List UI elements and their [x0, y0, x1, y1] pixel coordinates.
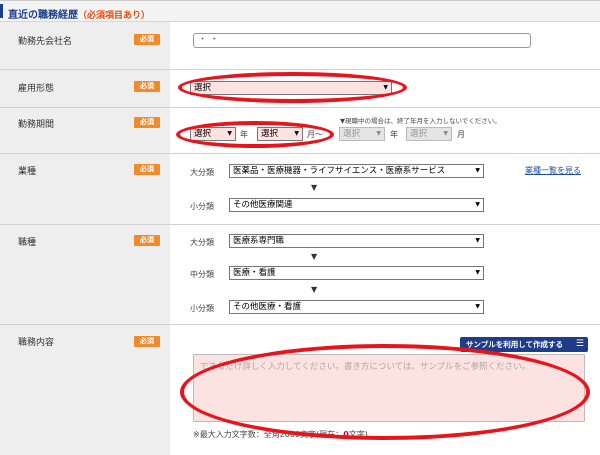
required-badge: 必須: [134, 81, 160, 92]
duties-placeholder: できるだけ詳しく入力してください。書き方については、サンプルをご参照ください。: [200, 362, 531, 372]
end-year-value: 選択: [343, 129, 361, 139]
required-badge: 必須: [134, 235, 160, 246]
chevron-down-icon: ▼: [475, 201, 480, 208]
use-sample-button[interactable]: サンプルを利用して作成する ☰: [460, 337, 588, 352]
required-badge: 必須: [134, 117, 160, 128]
industry-label-cell: 業種 必須: [0, 154, 170, 224]
industry-major-select[interactable]: 医薬品・医療機器・ライフサイエンス・医療系サービス ▼: [229, 164, 484, 178]
chevron-down-icon: ▼: [475, 269, 480, 276]
month-from-label: 月〜: [307, 130, 323, 139]
period-row: 勤務期間 必須 ▼現職中の場合は、終了年月を入力しないでください。 選択 ▼ 年 …: [0, 108, 600, 154]
section-title: 直近の職務経歴（必須項目あり）: [8, 6, 150, 21]
industry-minor-select[interactable]: その他医療関連 ▼: [229, 198, 484, 212]
year-unit-label: 年: [240, 130, 248, 139]
required-note: （必須項目あり）: [78, 11, 151, 21]
period-label-cell: 勤務期間 必須: [0, 108, 170, 153]
end-year-unit-label: 年: [390, 130, 398, 139]
period-label: 勤務期間: [18, 120, 55, 130]
header-accent-bar: [0, 4, 3, 18]
chevron-down-icon: ▼: [475, 237, 480, 244]
industry-minor-value: その他医療関連: [233, 200, 293, 210]
job-middle-value: 医療・看護: [233, 268, 276, 278]
job-major-select[interactable]: 医療系専門職 ▼: [229, 234, 484, 248]
chevron-down-icon: ▼: [475, 167, 480, 174]
start-year-select[interactable]: 選択 ▼: [190, 127, 236, 141]
use-sample-button-label: サンプルを利用して作成する: [466, 340, 564, 349]
down-arrow-icon: ▼: [311, 285, 318, 294]
duties-textarea[interactable]: できるだけ詳しく入力してください。書き方については、サンプルをご参照ください。: [193, 354, 585, 422]
chevron-down-icon: ▼: [227, 130, 232, 137]
company-row: 勤務先会社名 必須 ・ ・: [0, 22, 600, 70]
end-year-select[interactable]: 選択 ▼: [339, 127, 385, 141]
start-month-select[interactable]: 選択 ▼: [257, 127, 303, 141]
job-middle-select[interactable]: 医療・看護 ▼: [229, 266, 484, 280]
employment-label: 雇用形態: [18, 84, 55, 94]
duties-label: 職務内容: [18, 338, 55, 348]
down-arrow-icon: ▼: [311, 252, 318, 261]
industry-major-value: 医薬品・医療機器・ライフサイエンス・医療系サービス: [233, 166, 446, 176]
employment-type-select[interactable]: 選択 ▼: [190, 81, 392, 95]
required-badge: 必須: [134, 336, 160, 347]
job-minor-select[interactable]: その他医療・看護 ▼: [229, 300, 484, 314]
duties-label-cell: 職務内容 必須: [0, 325, 170, 455]
section-header: 直近の職務経歴（必須項目あり）: [0, 0, 600, 22]
required-badge: 必須: [134, 34, 160, 45]
chevron-down-icon: ▼: [294, 130, 299, 137]
employment-row: 雇用形態 必須 選択 ▼: [0, 70, 600, 108]
job-label: 職種: [18, 238, 37, 248]
industry-list-link[interactable]: 業種一覧を見る: [525, 165, 581, 176]
employment-label-cell: 雇用形態 必須: [0, 70, 170, 107]
char-limit-prefix: ※最大入力文字数：全角2000文字(現在：: [193, 430, 344, 439]
job-major-value: 医療系専門職: [233, 236, 285, 246]
section-title-text: 直近の職務経歴: [8, 10, 78, 21]
down-arrow-icon: ▼: [311, 183, 318, 192]
job-minor-value: その他医療・看護: [233, 302, 302, 312]
industry-minor-label: 小分類: [190, 202, 214, 211]
job-row: 職種 必須 大分類 医療系専門職 ▼ ▼ 中分類 医療・看護 ▼ ▼ 小分類 その他…: [0, 225, 600, 325]
company-label: 勤務先会社名: [18, 37, 73, 47]
start-year-value: 選択: [194, 129, 212, 139]
company-name-input[interactable]: ・ ・: [193, 33, 531, 48]
job-middle-label: 中分類: [190, 270, 214, 279]
industry-row: 業種 必須 大分類 医薬品・医療機器・ライフサイエンス・医療系サービス ▼ 業種一…: [0, 154, 600, 225]
industry-major-label: 大分類: [190, 168, 214, 177]
required-badge: 必須: [134, 164, 160, 175]
job-major-label: 大分類: [190, 238, 214, 247]
company-label-cell: 勤務先会社名 必須: [0, 22, 170, 69]
period-note: ▼現職中の場合は、終了年月を入力しないでください。: [340, 117, 501, 125]
job-minor-label: 小分類: [190, 304, 214, 313]
char-limit-suffix: 文字): [348, 430, 368, 439]
list-icon: ☰: [575, 339, 584, 349]
start-month-value: 選択: [261, 129, 279, 139]
char-count: ※最大入力文字数：全角2000文字(現在：0文字): [193, 429, 368, 440]
industry-label: 業種: [18, 167, 37, 177]
month-unit-label: 月: [457, 130, 465, 139]
chevron-down-icon: ▼: [383, 84, 388, 91]
employment-select-value: 選択: [194, 83, 212, 93]
end-month-value: 選択: [410, 129, 428, 139]
job-label-cell: 職種 必須: [0, 225, 170, 324]
end-month-select[interactable]: 選択 ▼: [406, 127, 452, 141]
chevron-down-icon: ▼: [443, 130, 448, 137]
chevron-down-icon: ▼: [475, 303, 480, 310]
chevron-down-icon: ▼: [376, 130, 381, 137]
